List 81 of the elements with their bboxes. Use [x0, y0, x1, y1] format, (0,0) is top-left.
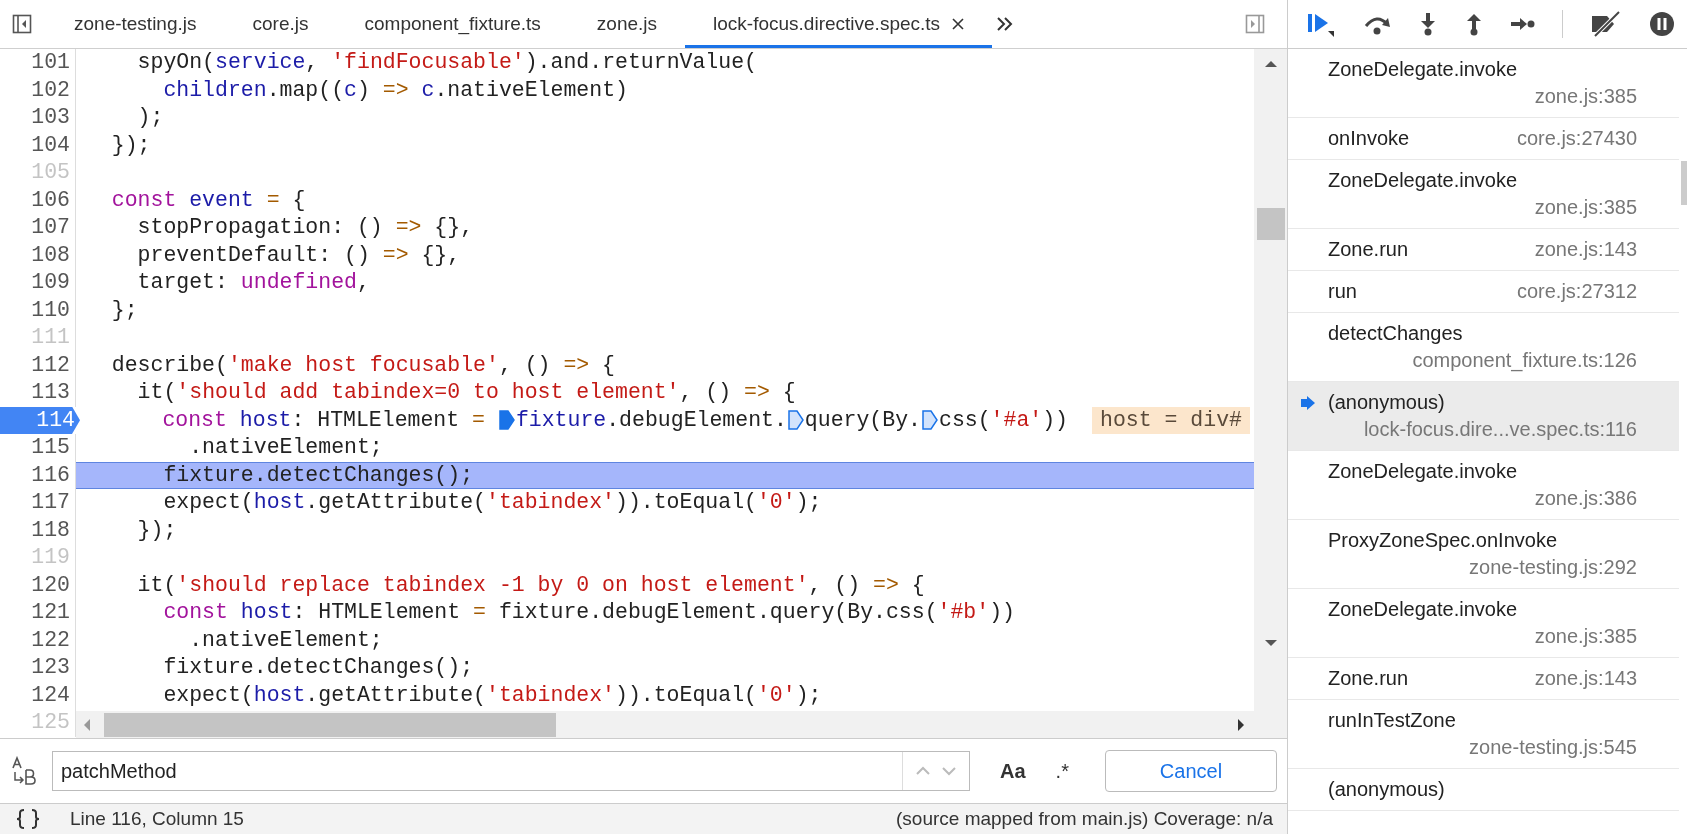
code-line: const event = { [110, 186, 306, 214]
line-number[interactable]: 106 [0, 186, 76, 214]
call-frame[interactable]: ProxyZoneSpec.onInvoke zone-testing.js:292 [1288, 520, 1679, 589]
line-number[interactable]: 115 [0, 434, 76, 462]
code-line: target: undefined, [136, 269, 370, 296]
pause-icon[interactable] [1649, 11, 1675, 37]
scrollbar-thumb[interactable] [1681, 161, 1687, 205]
call-frame[interactable]: onInvoke core.js:27430 [1288, 118, 1679, 160]
file-tab[interactable]: core.js [224, 0, 337, 48]
scrollbar-thumb[interactable] [1256, 208, 1285, 240]
line-number[interactable]: 113 [0, 379, 76, 407]
more-tabs-icon[interactable] [996, 16, 1015, 32]
line-number[interactable]: 112 [0, 351, 76, 379]
line-number[interactable]: 108 [0, 241, 76, 269]
code-line: fixture.detectChanges(); [162, 654, 474, 681]
call-frame[interactable]: Zone.run zone.js:143 [1288, 658, 1679, 700]
deactivate-breakpoints-icon[interactable] [1589, 11, 1623, 37]
call-frame[interactable]: ZoneDelegate.invoke zone.js:386 [1288, 451, 1679, 520]
line-number[interactable]: 107 [0, 214, 76, 242]
cursor-position: Line 116, Column 15 [70, 808, 244, 830]
scrollbar-thumb[interactable] [104, 712, 556, 737]
inline-value: host = div# [1092, 406, 1250, 434]
file-tab[interactable]: zone.js [568, 0, 686, 48]
match-case-button[interactable]: Aa [992, 755, 1034, 787]
line-number[interactable]: 117 [0, 489, 76, 517]
call-frame[interactable]: ZoneDelegate.invoke zone.js:385 [1288, 49, 1679, 118]
code-line: const host: HTMLElement = fixture.debugElement.query(By.css('#b')) [162, 599, 1015, 626]
line-number[interactable]: 124 [0, 681, 76, 709]
cancel-button[interactable]: Cancel [1105, 750, 1277, 792]
inline-breakpoint-icon[interactable] [787, 410, 804, 431]
code-line: .nativeElement; [188, 626, 383, 654]
source-info: (source mapped from main.js) Coverage: n/a [896, 808, 1273, 830]
line-number[interactable]: 109 [0, 269, 76, 297]
active-inline-breakpoint-icon[interactable] [498, 410, 515, 431]
line-number[interactable]: 118 [0, 516, 76, 544]
file-tab[interactable]: lock-focus.directive.spec.ts [685, 0, 993, 48]
line-number[interactable]: 122 [0, 626, 76, 654]
code-line: preventDefault: () => {}, [136, 241, 461, 269]
code-line: expect(host.getAttribute('tabindex')).toEqual('0'); [162, 489, 822, 516]
line-number[interactable]: 120 [0, 571, 76, 599]
code-line: ); [136, 104, 164, 131]
regex-button[interactable]: .* [1047, 755, 1077, 787]
line-number[interactable]: 121 [0, 599, 76, 627]
line-number[interactable]: 104 [0, 131, 76, 159]
replace-toggle-icon[interactable] [10, 756, 38, 786]
code-line: stopPropagation: () => {}, [136, 214, 474, 241]
code-line: }; [110, 296, 138, 324]
code-line: .nativeElement; [188, 434, 383, 461]
resume-icon[interactable] [1306, 11, 1336, 37]
file-tab[interactable]: zone-testing.js [46, 0, 225, 48]
scroll-up-icon[interactable] [1263, 59, 1278, 69]
code-line: children.map((c) => c.nativeElement) [162, 76, 628, 104]
scroll-right-icon[interactable] [1236, 717, 1246, 732]
code-line: }); [110, 131, 151, 159]
code-line: it('should replace tabindex -1 by 0 on host element', () => { [136, 571, 925, 599]
close-icon[interactable] [952, 18, 965, 30]
code-line: }); [136, 516, 177, 544]
code-line: const host: HTMLElement = fixture.debugElement. query(By. css('#a')) [161, 406, 1068, 434]
line-number[interactable]: 101 [0, 49, 76, 77]
current-frame-arrow-icon [1300, 396, 1316, 410]
call-frame[interactable]: (anonymous) [1288, 769, 1679, 811]
call-frame[interactable]: Zone.run zone.js:143 [1288, 229, 1679, 271]
code-line: it('should add tabindex=0 to host element', () => { [136, 379, 796, 406]
line-number[interactable]: 123 [0, 654, 76, 682]
call-frame[interactable]: (anonymous) lock-focus.dire...ve.spec.ts:116 [1288, 382, 1679, 451]
step-icon[interactable] [1510, 16, 1536, 32]
file-tab[interactable]: component_fixture.ts [336, 0, 569, 48]
code-line: expect(host.getAttribute('tabindex')).toEqual('0'); [162, 681, 822, 709]
line-number[interactable]: 102 [0, 76, 76, 104]
code-line: describe('make host focusable', () => { [110, 351, 616, 379]
line-number[interactable]: 110 [0, 296, 76, 324]
code-line: spyOn(service, 'findFocusable').and.returnValue( [136, 49, 757, 76]
call-frame[interactable]: run core.js:27312 [1288, 271, 1679, 313]
call-frame[interactable]: runInTestZone zone-testing.js:545 [1288, 700, 1679, 769]
call-frame[interactable]: ZoneDelegate.invoke zone.js:385 [1288, 589, 1679, 658]
call-frame[interactable]: ZoneDelegate.invoke zone.js:385 [1288, 160, 1679, 229]
pretty-print-icon[interactable] [16, 809, 40, 829]
scroll-down-icon[interactable] [1263, 638, 1278, 648]
inline-breakpoint-icon[interactable] [922, 410, 938, 431]
line-number[interactable]: 103 [0, 104, 76, 132]
code-line: fixture.detectChanges(); [162, 461, 474, 489]
